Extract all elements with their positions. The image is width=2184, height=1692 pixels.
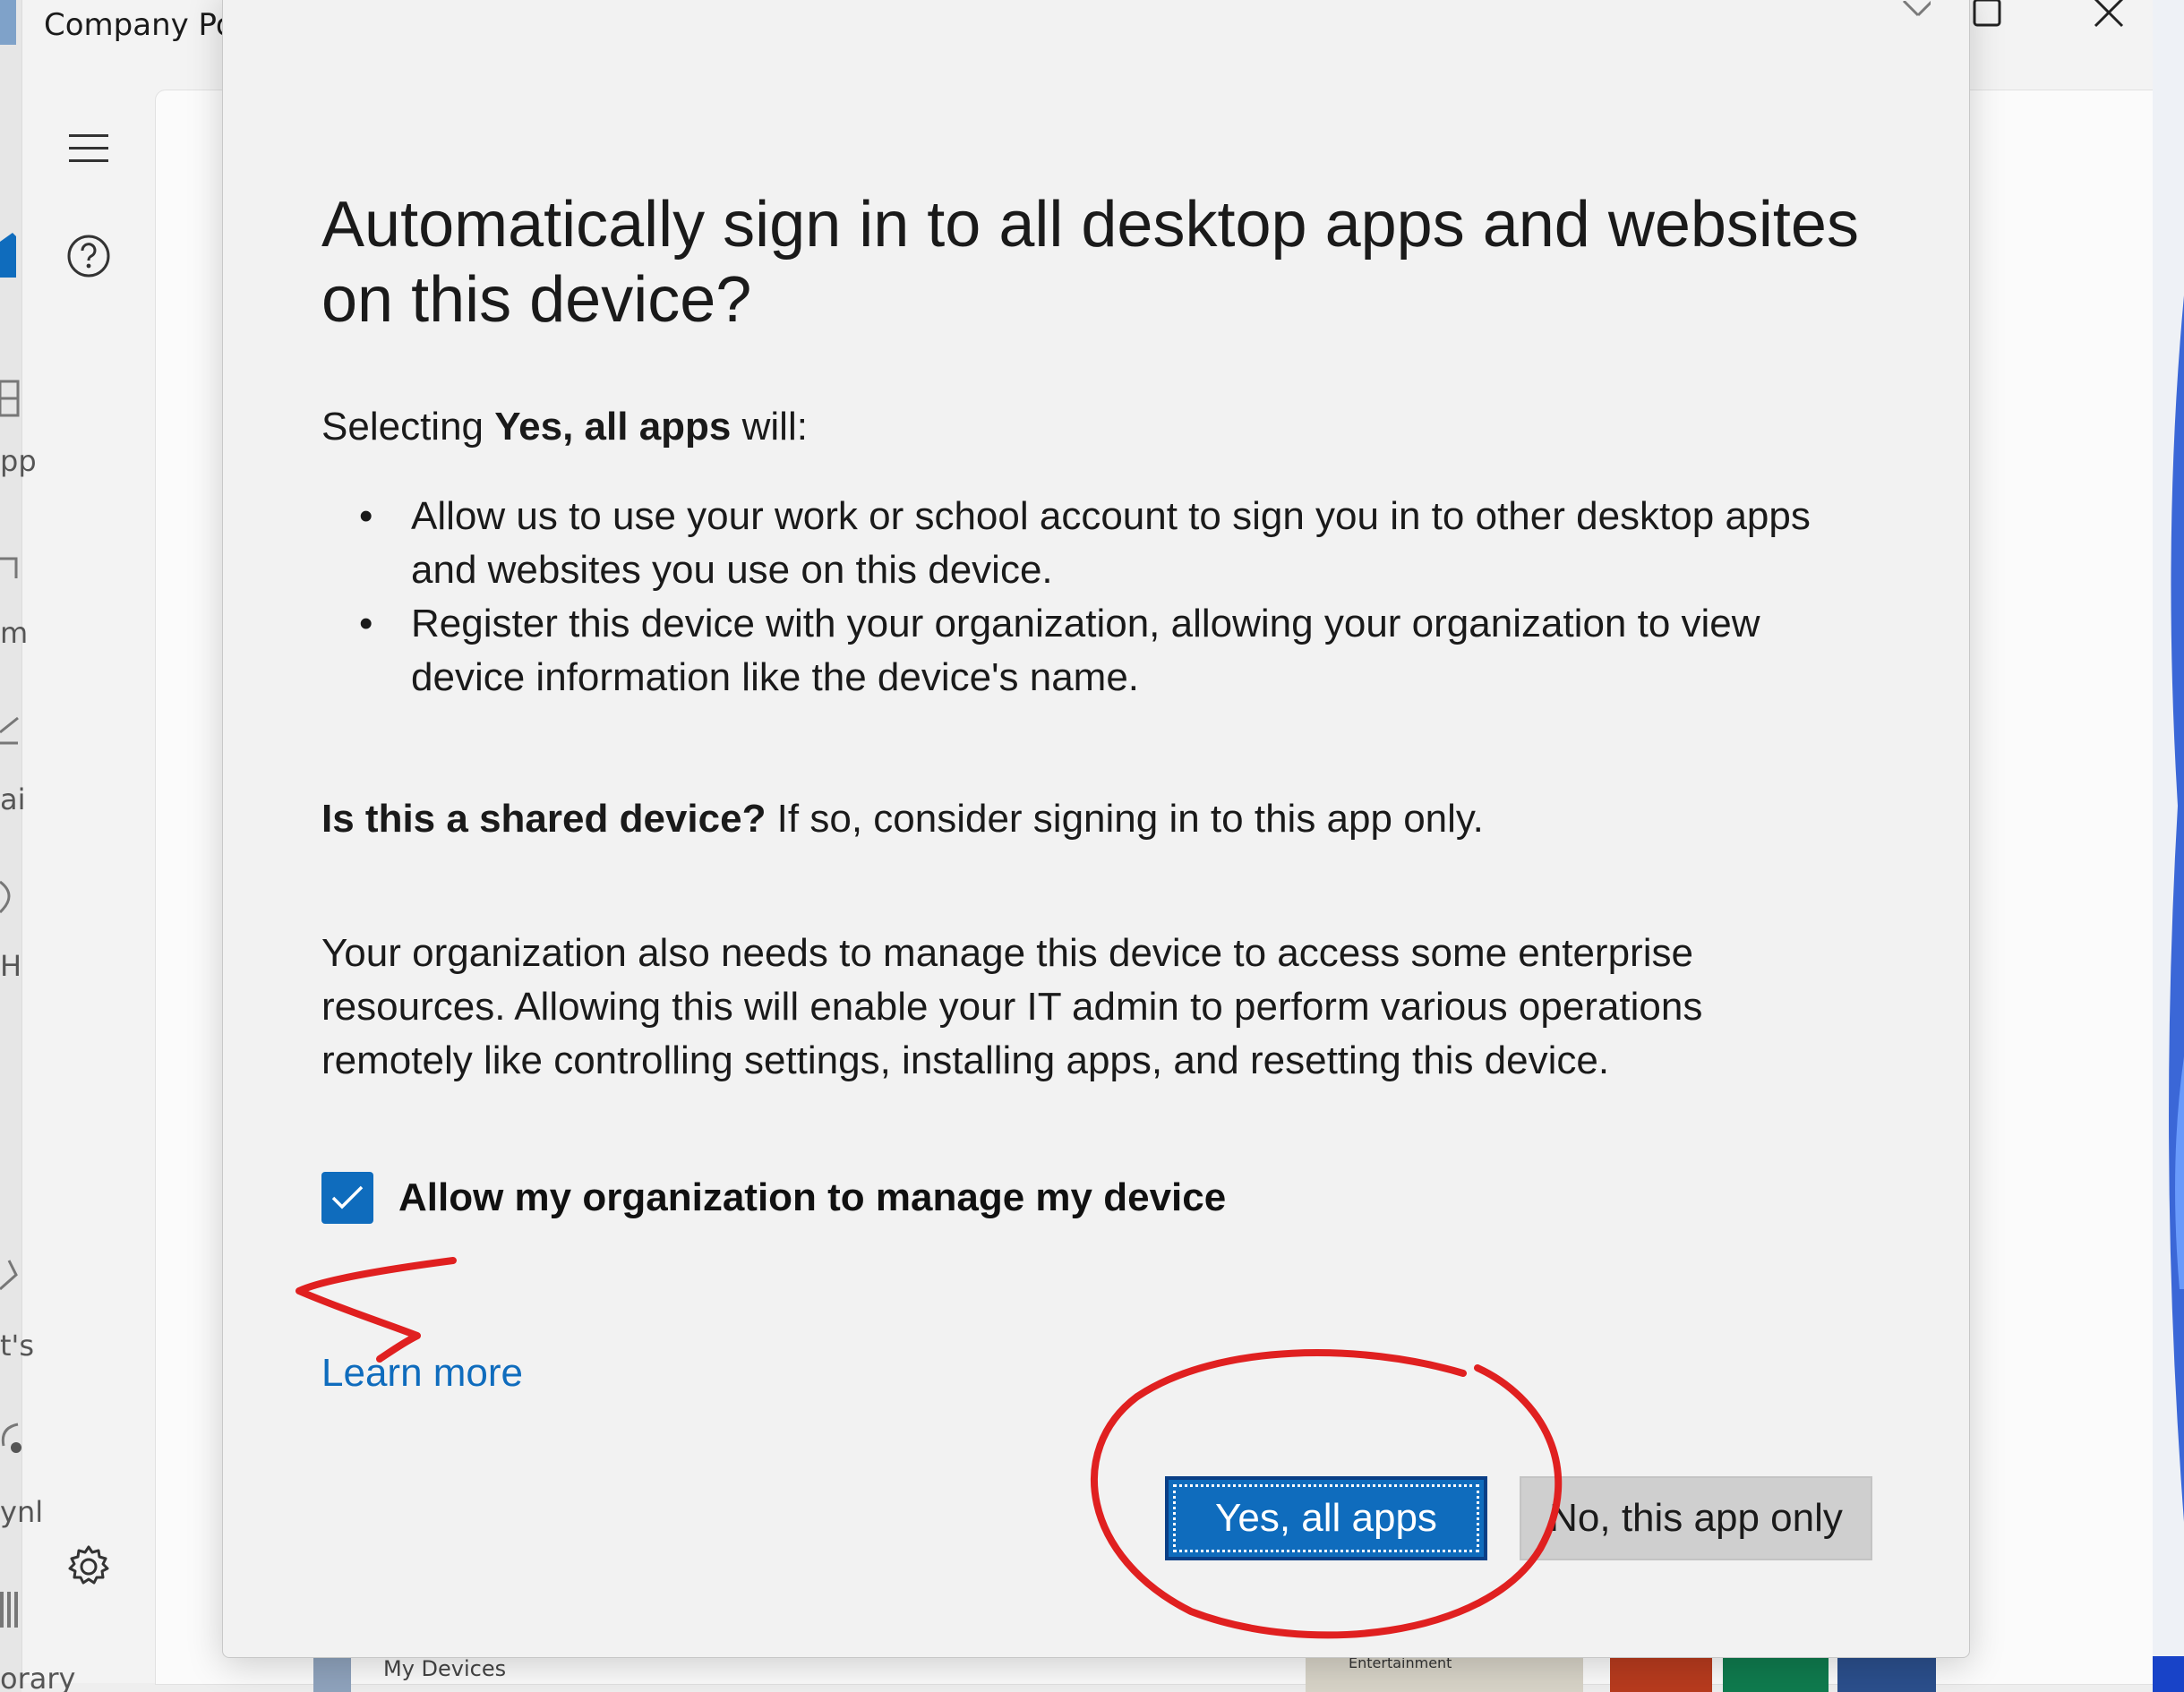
close-icon <box>2094 0 2124 28</box>
no-this-app-only-button[interactable]: No, this app only <box>1520 1476 1872 1560</box>
consequence-list: Allow us to use your work or school acco… <box>359 490 1846 705</box>
intro-suffix: will: <box>731 405 808 449</box>
downloads-icon <box>0 716 19 745</box>
intro-text: Selecting Yes, all apps will: <box>321 400 808 454</box>
edge-label: m <box>0 616 29 650</box>
shared-device-text: Is this a shared device? If so, consider… <box>321 792 1484 846</box>
dialog-close-button[interactable] <box>1880 0 1951 28</box>
blue-app-icon <box>0 233 16 278</box>
yes-all-apps-button[interactable]: Yes, all apps <box>1165 1476 1487 1560</box>
sign-in-dialog: Automatically sign in to all desktop app… <box>222 0 1970 1658</box>
window-close-button[interactable] <box>2073 0 2145 38</box>
help-support-icon <box>0 880 11 914</box>
edge-label: H <box>0 949 22 983</box>
close-icon <box>1902 1 1931 17</box>
intro-prefix: Selecting <box>321 405 495 449</box>
gear-icon <box>68 1545 109 1585</box>
manage-device-checkbox-row[interactable]: Allow my organization to manage my devic… <box>321 1172 1226 1224</box>
list-item: Register this device with your organizat… <box>359 597 1846 705</box>
notifications-icon <box>0 1260 18 1291</box>
edge-label: ai <box>0 782 26 816</box>
checkmark-icon <box>331 1185 364 1209</box>
edge-label: t's <box>0 1329 35 1363</box>
shared-rest: If so, consider signing in to this app o… <box>766 797 1484 841</box>
edge-label: pp <box>0 444 37 478</box>
maximize-icon <box>1973 0 2001 27</box>
manage-device-checkbox[interactable] <box>321 1172 373 1224</box>
my-devices-label: My Devices <box>383 1656 507 1681</box>
settings-button[interactable] <box>62 1540 116 1594</box>
list-item: Allow us to use your work or school acco… <box>359 490 1846 597</box>
excel-tile <box>1723 1654 1829 1692</box>
wallpaper-bloom <box>2153 295 2184 1692</box>
intro-bold: Yes, all apps <box>494 405 732 449</box>
apps-icon <box>0 380 20 417</box>
learn-more-link[interactable]: Learn more <box>321 1351 523 1396</box>
window-title: Company Po <box>44 7 235 43</box>
menu-button[interactable] <box>62 122 116 175</box>
library-icon <box>0 1592 18 1628</box>
word-tile <box>1837 1654 1936 1692</box>
sync-icon <box>1 1423 21 1453</box>
manage-device-text: Your organization also needs to manage t… <box>321 931 1703 1082</box>
edge-label: ynl <box>0 1495 44 1529</box>
screen: Company Po pp m ai H t's ynl orary My De… <box>0 0 2184 1692</box>
dialog-title: Automatically sign in to all desktop app… <box>321 189 1859 336</box>
office-tile <box>1610 1654 1712 1692</box>
desktop-wallpaper <box>2153 0 2184 1692</box>
taskbar-chip <box>0 0 16 45</box>
checkbox-label: Allow my organization to manage my devic… <box>398 1175 1227 1219</box>
help-button[interactable] <box>62 229 116 283</box>
nav-rail <box>22 90 157 1683</box>
entertainment-tile: Entertainment <box>1306 1654 1583 1692</box>
help-icon <box>67 235 110 278</box>
tile-thumbnail <box>313 1654 351 1692</box>
devices-icon <box>0 557 18 578</box>
hamburger-icon <box>69 134 108 162</box>
shared-bold: Is this a shared device? <box>321 797 767 841</box>
